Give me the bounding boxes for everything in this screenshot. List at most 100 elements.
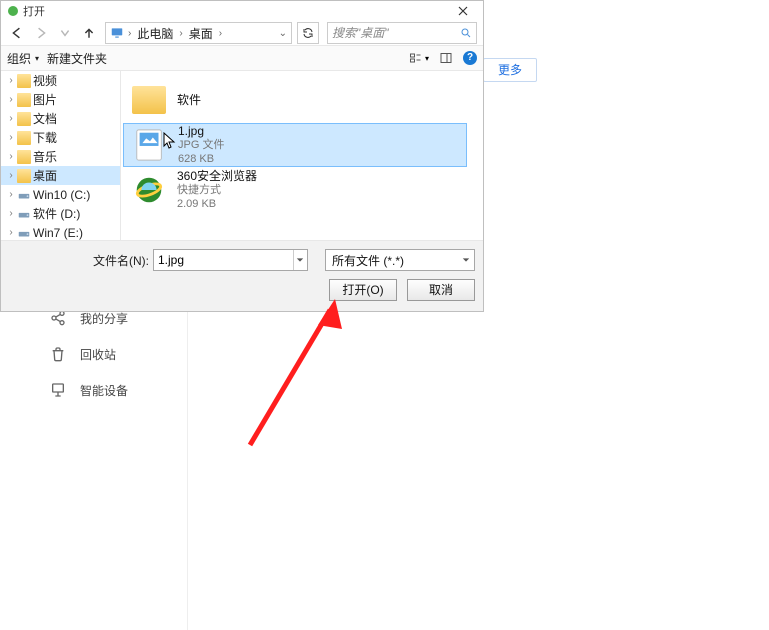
chevron-down-icon[interactable]: ⌄ (277, 28, 289, 39)
open-button[interactable]: 打开(O) (329, 279, 397, 301)
chevron-right-icon: › (7, 191, 15, 199)
back-button[interactable] (7, 23, 27, 43)
filename-label: 文件名(N): (93, 252, 149, 269)
chevron-down-icon[interactable] (458, 250, 474, 270)
file-name: 软件 (177, 93, 201, 107)
chevron-right-icon: › (7, 77, 15, 85)
dialog-title: 打开 (23, 3, 449, 19)
sidebar-item-smart[interactable]: 智能设备 (38, 372, 188, 408)
tree-item[interactable]: › 视频 (1, 71, 120, 90)
filetype-combo[interactable]: 所有文件 (*.*) (325, 249, 475, 271)
file-item[interactable]: 1.jpgJPG 文件628 KB (123, 123, 467, 167)
close-icon (458, 6, 468, 16)
preview-pane-toggle[interactable] (435, 50, 457, 66)
file-item[interactable]: 360安全浏览器快捷方式2.09 KB (123, 167, 467, 213)
app-icon (7, 5, 19, 17)
file-type: 快捷方式 (177, 183, 257, 197)
file-size: 2.09 KB (177, 197, 257, 211)
refresh-button[interactable] (297, 22, 319, 44)
share-icon (50, 310, 66, 326)
chevron-down-icon: ▾ (35, 54, 39, 63)
folder-icon (131, 82, 167, 118)
chevron-right-icon: › (7, 115, 15, 123)
tree-item-label: 视频 (33, 72, 57, 89)
tree-item[interactable]: › 文档 (1, 109, 120, 128)
folder-icon (17, 93, 31, 107)
forward-button[interactable] (31, 23, 51, 43)
monitor-icon (110, 26, 124, 40)
close-button[interactable] (449, 2, 477, 20)
tree-item-label: 音乐 (33, 148, 57, 165)
cancel-button[interactable]: 取消 (407, 279, 475, 301)
up-button[interactable] (79, 23, 99, 43)
image-file-icon (132, 127, 168, 163)
tree-item-label: 下载 (33, 129, 57, 146)
new-folder-button[interactable]: 新建文件夹 (47, 50, 107, 67)
file-item[interactable]: 软件 (123, 77, 467, 123)
help-button[interactable]: ? (463, 51, 477, 65)
recent-dropdown[interactable] (55, 23, 75, 43)
arrow-left-icon (11, 27, 23, 39)
tree-item[interactable]: ›下载 (1, 128, 120, 147)
trash-icon (50, 346, 66, 362)
tree-item-label: 桌面 (33, 167, 57, 184)
sidebar-item-label: 我的分享 (80, 310, 128, 327)
arrow-right-icon (35, 27, 47, 39)
filetype-label: 所有文件 (*.*) (326, 252, 458, 269)
sidebar-item-label: 回收站 (80, 346, 116, 363)
tree-item-label: Win10 (C:) (33, 188, 90, 202)
ie-shortcut-icon (131, 172, 167, 208)
breadcrumb[interactable]: › 此电脑 › 桌面 › ⌄ (105, 22, 292, 44)
view-icon (407, 52, 424, 64)
tree-item-label: 文档 (33, 110, 57, 127)
chevron-right-icon: › (7, 153, 15, 161)
more-button[interactable]: 更多 (483, 58, 537, 82)
folder-icon (17, 169, 31, 183)
search-icon (460, 27, 472, 39)
drive-icon (17, 188, 31, 202)
chevron-down-icon[interactable] (293, 250, 308, 270)
file-name: 1.jpg (178, 124, 224, 138)
search-input[interactable] (327, 22, 477, 44)
tree-item[interactable]: ›Win7 (E:) (1, 223, 120, 240)
drive-icon (17, 226, 31, 240)
breadcrumb-segment[interactable]: 此电脑 (133, 25, 177, 42)
tree-item[interactable]: › 音乐 (1, 147, 120, 166)
search-field[interactable] (332, 26, 458, 40)
chevron-down-icon: ▾ (425, 54, 429, 63)
folder-icon (17, 150, 31, 164)
tree-item[interactable]: › Win10 (C:) (1, 185, 120, 204)
chevron-down-icon (59, 27, 71, 39)
sidebar-item-recycle[interactable]: 回收站 (38, 336, 188, 372)
sidebar-item-label: 智能设备 (80, 382, 128, 399)
view-menu[interactable]: ▾ (407, 50, 429, 66)
file-name: 360安全浏览器 (177, 169, 257, 183)
filename-input[interactable] (154, 253, 293, 267)
chevron-right-icon: › (217, 28, 224, 39)
organize-menu[interactable]: 组织 ▾ (7, 50, 39, 67)
chevron-right-icon: › (7, 96, 15, 104)
chevron-right-icon: › (177, 28, 184, 39)
file-type: JPG 文件 (178, 138, 224, 152)
folder-icon (17, 74, 31, 88)
tree-item[interactable]: ›图片 (1, 90, 120, 109)
folder-tree[interactable]: ›视频›图片›文档›下载›音乐›桌面›Win10 (C:)›软件 (D:)›Wi… (1, 71, 121, 240)
filename-combo[interactable] (153, 249, 308, 271)
chevron-right-icon: › (126, 28, 133, 39)
folder-icon (17, 112, 31, 126)
chevron-right-icon: › (7, 210, 15, 218)
arrow-up-icon (83, 27, 95, 39)
folder-icon (17, 131, 31, 145)
open-button-label: 打开(O) (342, 283, 383, 297)
tree-item-label: 软件 (D:) (33, 205, 80, 222)
open-dialog: 打开 › 此电脑 › 桌面 › ⌄ 组织 ▾ 新 (0, 0, 484, 312)
tree-item[interactable]: ›桌面 (1, 166, 120, 185)
file-item-text: 360安全浏览器快捷方式2.09 KB (177, 169, 257, 211)
preview-icon (439, 52, 453, 64)
file-item-text: 1.jpgJPG 文件628 KB (178, 124, 224, 166)
organize-label: 组织 (7, 50, 31, 67)
drive-icon (17, 207, 31, 221)
tree-item[interactable]: › 软件 (D:) (1, 204, 120, 223)
breadcrumb-segment[interactable]: 桌面 (185, 25, 217, 42)
file-list[interactable]: 软件1.jpgJPG 文件628 KB360安全浏览器快捷方式2.09 KB (121, 71, 483, 240)
